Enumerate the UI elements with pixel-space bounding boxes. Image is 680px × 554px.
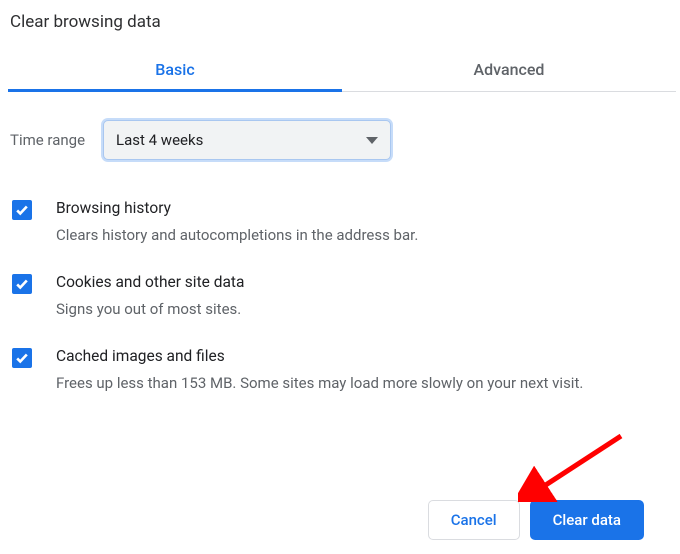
tab-label: Advanced: [474, 60, 545, 79]
option-desc: Clears history and autocompletions in th…: [56, 224, 672, 247]
option-title: Cookies and other site data: [56, 272, 672, 294]
tab-advanced[interactable]: Advanced: [342, 50, 676, 91]
checkbox-cookies[interactable]: [12, 274, 32, 294]
clear-data-button[interactable]: Clear data: [530, 500, 644, 540]
tab-label: Basic: [155, 60, 194, 79]
cancel-button[interactable]: Cancel: [428, 500, 520, 540]
tabs: Basic Advanced: [8, 50, 676, 92]
option-text: Cached images and files Frees up less th…: [56, 346, 672, 394]
checkmark-icon: [15, 351, 29, 365]
chevron-down-icon: [366, 137, 378, 144]
option-title: Cached images and files: [56, 346, 672, 368]
option-browsing-history: Browsing history Clears history and auto…: [12, 182, 672, 256]
dialog-footer: Cancel Clear data: [428, 500, 644, 540]
clear-browsing-data-dialog: Clear browsing data Basic Advanced Time …: [0, 0, 680, 405]
option-desc: Frees up less than 153 MB. Some sites ma…: [56, 372, 672, 395]
button-label: Cancel: [451, 511, 497, 529]
option-cache: Cached images and files Frees up less th…: [12, 330, 672, 404]
option-desc: Signs you out of most sites.: [56, 298, 672, 321]
option-text: Cookies and other site data Signs you ou…: [56, 272, 672, 320]
checkmark-icon: [15, 277, 29, 291]
tab-basic[interactable]: Basic: [8, 50, 342, 91]
options-list: Browsing history Clears history and auto…: [8, 164, 676, 405]
annotation-arrow-icon: [518, 432, 628, 502]
time-range-select[interactable]: Last 4 weeks: [103, 120, 391, 160]
time-range-label: Time range: [10, 131, 85, 149]
option-text: Browsing history Clears history and auto…: [56, 198, 672, 246]
dialog-title: Clear browsing data: [8, 8, 676, 50]
option-cookies: Cookies and other site data Signs you ou…: [12, 256, 672, 330]
time-range-row: Time range Last 4 weeks: [8, 92, 676, 164]
button-label: Clear data: [553, 511, 621, 529]
time-range-value: Last 4 weeks: [116, 131, 203, 149]
checkbox-cache[interactable]: [12, 348, 32, 368]
option-title: Browsing history: [56, 198, 672, 220]
checkbox-browsing-history[interactable]: [12, 200, 32, 220]
checkmark-icon: [15, 203, 29, 217]
